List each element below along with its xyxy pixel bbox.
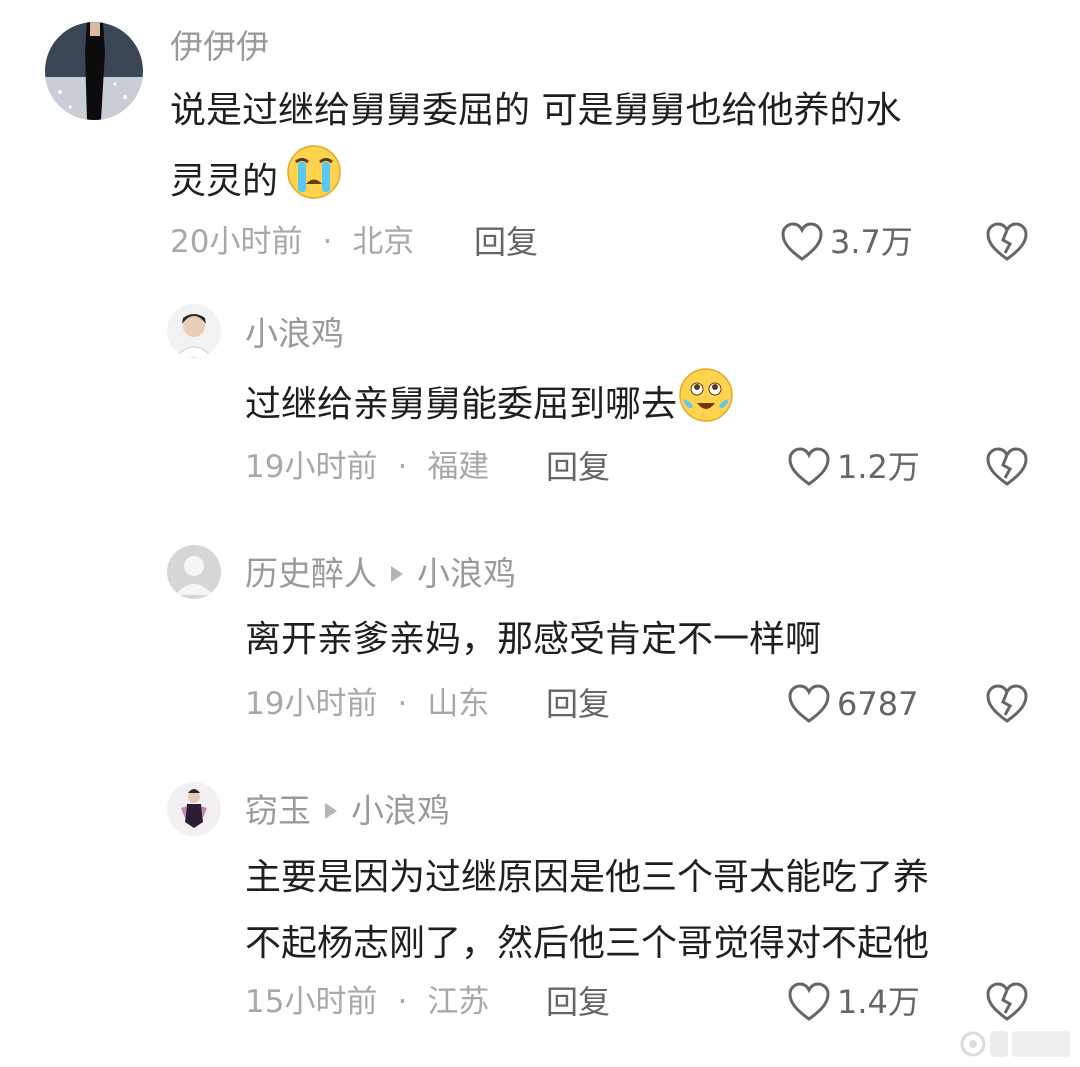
avatar[interactable] [167, 782, 221, 836]
reply-button[interactable]: 回复 [546, 451, 610, 483]
timestamp: 19小时前 [245, 686, 378, 722]
avatar[interactable] [167, 545, 221, 599]
avatar[interactable] [45, 22, 143, 120]
separator-dot: · [322, 224, 333, 260]
separator-dot: · [397, 449, 408, 485]
comment-meta: 20小时前 · 北京 [170, 227, 414, 258]
broken-heart-icon [986, 222, 1028, 261]
comment-line-text: 灵灵的 [170, 161, 279, 202]
username[interactable]: 伊伊伊 [170, 30, 269, 63]
reply-button[interactable]: 回复 [474, 226, 538, 258]
location: 江苏 [427, 984, 490, 1020]
comment-line: 灵灵的 [170, 144, 901, 222]
comment-line: 说是过继给舅舅委屈的 可是舅舅也给他养的水 [170, 90, 902, 131]
avatar-image [167, 782, 221, 836]
watermark-logo [960, 1031, 1070, 1057]
avatar[interactable] [167, 304, 221, 358]
username-text[interactable]: 历史醉人 [245, 554, 377, 593]
comment-line-text: 过继给亲舅舅能委屈到哪去 [245, 384, 678, 425]
dislike-button[interactable] [985, 222, 1029, 266]
location: 北京 [352, 224, 415, 260]
avatar-image [45, 22, 143, 120]
timestamp: 20小时前 [170, 224, 303, 260]
broken-heart-icon [986, 447, 1028, 486]
comment-text: 说是过继给舅舅委屈的 可是舅舅也给他养的水 灵灵的 [170, 78, 901, 222]
comment-line: 离开亲爹亲妈，那感受肯定不一样啊 [245, 619, 822, 660]
username[interactable]: 小浪鸡 [245, 317, 344, 350]
heart-outline-icon [788, 684, 830, 723]
username[interactable]: 窃玉 小浪鸡 [245, 794, 450, 827]
triangle-right-icon [391, 566, 403, 582]
broken-heart-icon [986, 982, 1028, 1021]
username[interactable]: 历史醉人 小浪鸡 [245, 557, 516, 590]
heart-outline-icon [788, 982, 830, 1021]
avatar-image [167, 304, 221, 358]
comment-meta: 19小时前 · 山东 [245, 689, 489, 720]
weibo-eye-icon [960, 1031, 986, 1057]
timestamp: 15小时前 [245, 984, 378, 1020]
like-count: 1.4万 [837, 983, 920, 1021]
comment-text: 离开亲爹亲妈，那感受肯定不一样啊 [245, 607, 821, 673]
like-count: 6787 [837, 685, 919, 723]
watermark-block [990, 1031, 1008, 1057]
location: 福建 [427, 449, 490, 485]
like-button[interactable]: 3.7万 [780, 222, 913, 262]
reply-to-username[interactable]: 小浪鸡 [351, 791, 450, 830]
dislike-button[interactable] [985, 982, 1029, 1026]
loudly-crying-face-icon [284, 144, 344, 222]
heart-outline-icon [781, 222, 823, 261]
dislike-button[interactable] [985, 447, 1029, 491]
comment-text: 过继给亲舅舅能委屈到哪去 [245, 367, 735, 445]
comment-line: 不起杨志刚了，然后他三个哥觉得对不起他 [245, 923, 930, 964]
default-avatar-icon [167, 545, 221, 599]
username-text[interactable]: 窃玉 [245, 791, 311, 830]
reply-button[interactable]: 回复 [546, 986, 610, 1018]
triangle-right-icon [325, 803, 337, 819]
reply-button[interactable]: 回复 [546, 688, 610, 720]
heart-outline-icon [788, 447, 830, 486]
dislike-button[interactable] [985, 684, 1029, 728]
like-count: 1.2万 [837, 448, 920, 486]
comment-line: 主要是因为过继原因是他三个哥太能吃了养 [245, 857, 930, 898]
watermark-block [1012, 1031, 1070, 1057]
like-button[interactable]: 6787 [787, 684, 918, 724]
separator-dot: · [397, 686, 408, 722]
comment-meta: 19小时前 · 福建 [245, 452, 489, 483]
like-button[interactable]: 1.4万 [787, 982, 920, 1022]
broken-heart-icon [986, 684, 1028, 723]
username-text[interactable]: 小浪鸡 [245, 314, 344, 353]
like-button[interactable]: 1.2万 [787, 447, 920, 487]
comment-line: 过继给亲舅舅能委屈到哪去 [245, 367, 735, 445]
comment-meta: 15小时前 · 江苏 [245, 987, 489, 1018]
separator-dot: · [397, 984, 408, 1020]
comment-text: 主要是因为过继原因是他三个哥太能吃了养 不起杨志刚了，然后他三个哥觉得对不起他 [245, 845, 929, 977]
laughing-tears-face-icon [677, 367, 735, 445]
username-text[interactable]: 伊伊伊 [170, 27, 269, 66]
reply-to-username[interactable]: 小浪鸡 [417, 554, 516, 593]
like-count: 3.7万 [830, 223, 913, 261]
timestamp: 19小时前 [245, 449, 378, 485]
location: 山东 [427, 686, 490, 722]
